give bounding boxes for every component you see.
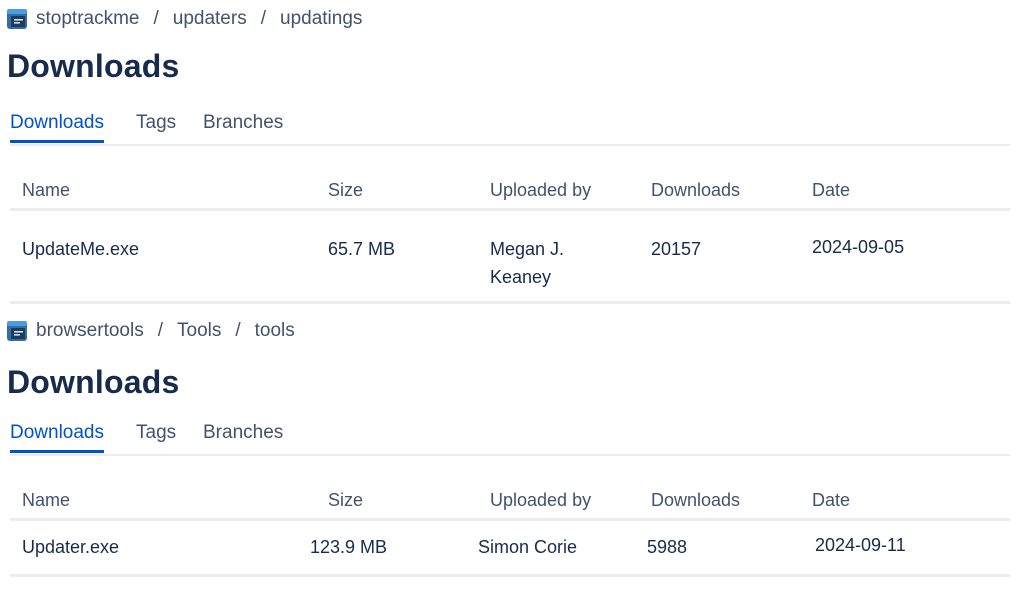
tab-branches[interactable]: Branches — [203, 422, 283, 450]
breadcrumb-project[interactable]: stoptrackme — [36, 8, 139, 30]
tab-downloads[interactable]: Downloads — [10, 422, 104, 453]
table-row: UpdateMe.exe 65.7 MB Megan J. Keaney 201… — [10, 211, 1010, 304]
table-header: Name Size Uploaded by Downloads Date — [10, 482, 1010, 521]
breadcrumb-separator: / — [235, 320, 241, 341]
repository-icon — [6, 8, 28, 30]
page-title: Downloads — [7, 48, 180, 84]
file-size: 65.7 MB — [328, 239, 396, 259]
breadcrumb: browsertools / Tools / tools — [6, 320, 295, 342]
file-size: 123.9 MB — [310, 537, 388, 557]
column-header-size[interactable]: Size — [328, 180, 363, 201]
table-row: Updater.exe 123.9 MB Simon Corie 5988 20… — [10, 521, 1010, 577]
column-header-name[interactable]: Name — [22, 490, 70, 511]
tab-branches[interactable]: Branches — [203, 112, 283, 140]
column-header-downloads[interactable]: Downloads — [651, 180, 740, 201]
column-header-name[interactable]: Name — [22, 180, 70, 201]
breadcrumb-repo-slug[interactable]: updatings — [280, 8, 362, 30]
tab-tags[interactable]: Tags — [136, 422, 176, 450]
download-count: 20157 — [651, 239, 702, 259]
breadcrumb-repository[interactable]: Tools — [177, 320, 221, 342]
tab-bar: Downloads Tags Branches — [10, 112, 1010, 146]
column-header-uploaded-by[interactable]: Uploaded by — [490, 490, 591, 511]
breadcrumb-repository[interactable]: updaters — [173, 8, 247, 30]
breadcrumb-separator: / — [260, 8, 266, 29]
column-header-downloads[interactable]: Downloads — [651, 490, 740, 511]
breadcrumb-project[interactable]: browsertools — [36, 320, 144, 342]
uploader-name: Simon Corie — [478, 537, 578, 557]
page-title: Downloads — [7, 364, 180, 400]
upload-date: 2024-09-05 — [812, 237, 905, 257]
breadcrumb-separator: / — [153, 8, 159, 29]
tab-downloads[interactable]: Downloads — [10, 112, 104, 143]
repository-icon — [6, 320, 28, 342]
uploader-name-line1: Megan J. — [490, 239, 565, 259]
download-count: 5988 — [647, 537, 688, 557]
table-header: Name Size Uploaded by Downloads Date — [10, 172, 1010, 211]
column-header-date[interactable]: Date — [812, 180, 850, 201]
breadcrumb: stoptrackme / updaters / updatings — [6, 8, 362, 30]
uploader-name-line2: Keaney — [490, 267, 552, 287]
column-header-date[interactable]: Date — [812, 490, 850, 511]
tab-bar: Downloads Tags Branches — [10, 422, 1010, 456]
breadcrumb-repo-slug[interactable]: tools — [255, 320, 295, 342]
file-name-link[interactable]: Updater.exe — [22, 533, 119, 561]
file-name-link[interactable]: UpdateMe.exe — [22, 235, 139, 263]
tab-tags[interactable]: Tags — [136, 112, 176, 140]
breadcrumb-separator: / — [157, 320, 163, 341]
column-header-size[interactable]: Size — [328, 490, 363, 511]
column-header-uploaded-by[interactable]: Uploaded by — [490, 180, 591, 201]
upload-date: 2024-09-11 — [815, 535, 906, 555]
